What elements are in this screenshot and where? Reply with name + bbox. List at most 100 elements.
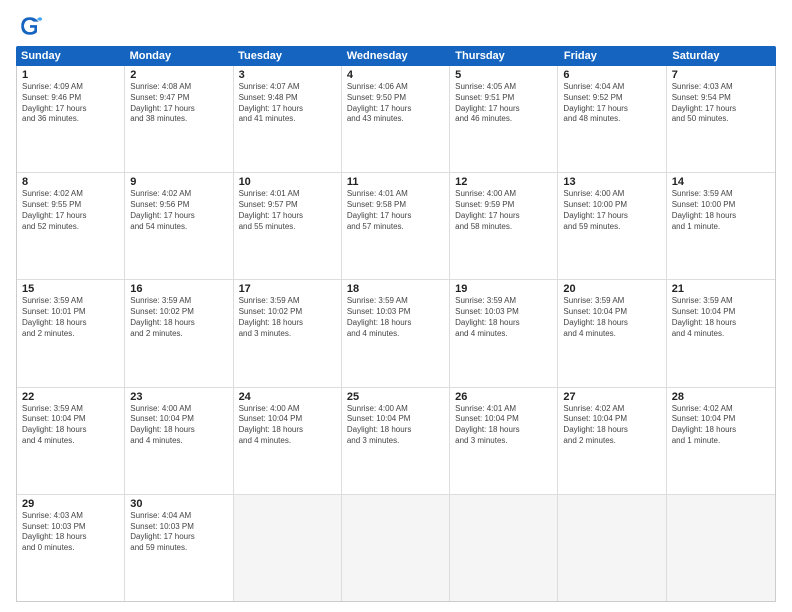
- day-number: 3: [239, 69, 336, 81]
- day-info: Sunrise: 4:02 AM Sunset: 9:56 PM Dayligh…: [130, 189, 227, 232]
- day-info: Sunrise: 4:04 AM Sunset: 9:52 PM Dayligh…: [563, 82, 660, 125]
- day-cell-22: 22Sunrise: 3:59 AM Sunset: 10:04 PM Dayl…: [17, 388, 125, 494]
- day-cell-23: 23Sunrise: 4:00 AM Sunset: 10:04 PM Dayl…: [125, 388, 233, 494]
- day-info: Sunrise: 3:59 AM Sunset: 10:03 PM Daylig…: [347, 296, 444, 339]
- day-number: 14: [672, 176, 770, 188]
- day-info: Sunrise: 3:59 AM Sunset: 10:03 PM Daylig…: [455, 296, 552, 339]
- day-number: 9: [130, 176, 227, 188]
- day-cell-9: 9Sunrise: 4:02 AM Sunset: 9:56 PM Daylig…: [125, 173, 233, 279]
- day-number: 15: [22, 283, 119, 295]
- day-number: 2: [130, 69, 227, 81]
- day-cell-20: 20Sunrise: 3:59 AM Sunset: 10:04 PM Dayl…: [558, 280, 666, 386]
- day-info: Sunrise: 4:02 AM Sunset: 10:04 PM Daylig…: [672, 404, 770, 447]
- empty-cell: [558, 495, 666, 601]
- empty-cell: [450, 495, 558, 601]
- day-header-sunday: Sunday: [16, 46, 125, 66]
- week-row-5: 29Sunrise: 4:03 AM Sunset: 10:03 PM Dayl…: [17, 495, 775, 601]
- day-number: 8: [22, 176, 119, 188]
- day-info: Sunrise: 4:00 AM Sunset: 10:04 PM Daylig…: [130, 404, 227, 447]
- day-cell-16: 16Sunrise: 3:59 AM Sunset: 10:02 PM Dayl…: [125, 280, 233, 386]
- day-cell-17: 17Sunrise: 3:59 AM Sunset: 10:02 PM Dayl…: [234, 280, 342, 386]
- empty-cell: [667, 495, 775, 601]
- day-number: 4: [347, 69, 444, 81]
- day-number: 12: [455, 176, 552, 188]
- logo: [16, 12, 48, 40]
- day-cell-18: 18Sunrise: 3:59 AM Sunset: 10:03 PM Dayl…: [342, 280, 450, 386]
- day-info: Sunrise: 4:00 AM Sunset: 10:00 PM Daylig…: [563, 189, 660, 232]
- week-row-2: 8Sunrise: 4:02 AM Sunset: 9:55 PM Daylig…: [17, 173, 775, 280]
- day-info: Sunrise: 4:02 AM Sunset: 10:04 PM Daylig…: [563, 404, 660, 447]
- day-number: 17: [239, 283, 336, 295]
- day-info: Sunrise: 4:00 AM Sunset: 10:04 PM Daylig…: [239, 404, 336, 447]
- day-header-thursday: Thursday: [450, 46, 559, 66]
- day-number: 10: [239, 176, 336, 188]
- day-info: Sunrise: 4:00 AM Sunset: 10:04 PM Daylig…: [347, 404, 444, 447]
- day-number: 22: [22, 391, 119, 403]
- day-info: Sunrise: 3:59 AM Sunset: 10:00 PM Daylig…: [672, 189, 770, 232]
- day-cell-8: 8Sunrise: 4:02 AM Sunset: 9:55 PM Daylig…: [17, 173, 125, 279]
- day-cell-3: 3Sunrise: 4:07 AM Sunset: 9:48 PM Daylig…: [234, 66, 342, 172]
- day-cell-7: 7Sunrise: 4:03 AM Sunset: 9:54 PM Daylig…: [667, 66, 775, 172]
- day-info: Sunrise: 3:59 AM Sunset: 10:02 PM Daylig…: [239, 296, 336, 339]
- week-row-3: 15Sunrise: 3:59 AM Sunset: 10:01 PM Dayl…: [17, 280, 775, 387]
- day-number: 29: [22, 498, 119, 510]
- page: SundayMondayTuesdayWednesdayThursdayFrid…: [0, 0, 792, 612]
- day-info: Sunrise: 4:00 AM Sunset: 9:59 PM Dayligh…: [455, 189, 552, 232]
- day-cell-25: 25Sunrise: 4:00 AM Sunset: 10:04 PM Dayl…: [342, 388, 450, 494]
- day-number: 11: [347, 176, 444, 188]
- day-number: 5: [455, 69, 552, 81]
- day-header-saturday: Saturday: [667, 46, 776, 66]
- day-cell-19: 19Sunrise: 3:59 AM Sunset: 10:03 PM Dayl…: [450, 280, 558, 386]
- day-number: 18: [347, 283, 444, 295]
- day-info: Sunrise: 3:59 AM Sunset: 10:02 PM Daylig…: [130, 296, 227, 339]
- day-cell-14: 14Sunrise: 3:59 AM Sunset: 10:00 PM Dayl…: [667, 173, 775, 279]
- day-cell-28: 28Sunrise: 4:02 AM Sunset: 10:04 PM Dayl…: [667, 388, 775, 494]
- day-cell-2: 2Sunrise: 4:08 AM Sunset: 9:47 PM Daylig…: [125, 66, 233, 172]
- day-info: Sunrise: 4:08 AM Sunset: 9:47 PM Dayligh…: [130, 82, 227, 125]
- day-info: Sunrise: 4:01 AM Sunset: 10:04 PM Daylig…: [455, 404, 552, 447]
- day-cell-21: 21Sunrise: 3:59 AM Sunset: 10:04 PM Dayl…: [667, 280, 775, 386]
- day-number: 13: [563, 176, 660, 188]
- day-cell-4: 4Sunrise: 4:06 AM Sunset: 9:50 PM Daylig…: [342, 66, 450, 172]
- day-cell-27: 27Sunrise: 4:02 AM Sunset: 10:04 PM Dayl…: [558, 388, 666, 494]
- day-header-monday: Monday: [125, 46, 234, 66]
- day-info: Sunrise: 3:59 AM Sunset: 10:01 PM Daylig…: [22, 296, 119, 339]
- day-cell-10: 10Sunrise: 4:01 AM Sunset: 9:57 PM Dayli…: [234, 173, 342, 279]
- day-number: 23: [130, 391, 227, 403]
- day-number: 21: [672, 283, 770, 295]
- day-info: Sunrise: 4:07 AM Sunset: 9:48 PM Dayligh…: [239, 82, 336, 125]
- day-cell-5: 5Sunrise: 4:05 AM Sunset: 9:51 PM Daylig…: [450, 66, 558, 172]
- logo-icon: [16, 12, 44, 40]
- day-number: 16: [130, 283, 227, 295]
- day-number: 27: [563, 391, 660, 403]
- day-cell-13: 13Sunrise: 4:00 AM Sunset: 10:00 PM Dayl…: [558, 173, 666, 279]
- day-cell-1: 1Sunrise: 4:09 AM Sunset: 9:46 PM Daylig…: [17, 66, 125, 172]
- day-info: Sunrise: 4:03 AM Sunset: 10:03 PM Daylig…: [22, 511, 119, 554]
- day-number: 1: [22, 69, 119, 81]
- day-cell-24: 24Sunrise: 4:00 AM Sunset: 10:04 PM Dayl…: [234, 388, 342, 494]
- day-info: Sunrise: 3:59 AM Sunset: 10:04 PM Daylig…: [563, 296, 660, 339]
- day-cell-26: 26Sunrise: 4:01 AM Sunset: 10:04 PM Dayl…: [450, 388, 558, 494]
- day-cell-15: 15Sunrise: 3:59 AM Sunset: 10:01 PM Dayl…: [17, 280, 125, 386]
- day-cell-6: 6Sunrise: 4:04 AM Sunset: 9:52 PM Daylig…: [558, 66, 666, 172]
- day-number: 24: [239, 391, 336, 403]
- empty-cell: [234, 495, 342, 601]
- day-number: 6: [563, 69, 660, 81]
- day-info: Sunrise: 4:09 AM Sunset: 9:46 PM Dayligh…: [22, 82, 119, 125]
- day-number: 30: [130, 498, 227, 510]
- day-header-tuesday: Tuesday: [233, 46, 342, 66]
- day-info: Sunrise: 3:59 AM Sunset: 10:04 PM Daylig…: [672, 296, 770, 339]
- day-info: Sunrise: 4:01 AM Sunset: 9:58 PM Dayligh…: [347, 189, 444, 232]
- day-number: 20: [563, 283, 660, 295]
- week-row-4: 22Sunrise: 3:59 AM Sunset: 10:04 PM Dayl…: [17, 388, 775, 495]
- day-info: Sunrise: 4:06 AM Sunset: 9:50 PM Dayligh…: [347, 82, 444, 125]
- header: [16, 12, 776, 40]
- day-number: 19: [455, 283, 552, 295]
- day-number: 26: [455, 391, 552, 403]
- day-number: 25: [347, 391, 444, 403]
- calendar: SundayMondayTuesdayWednesdayThursdayFrid…: [16, 46, 776, 602]
- day-cell-12: 12Sunrise: 4:00 AM Sunset: 9:59 PM Dayli…: [450, 173, 558, 279]
- day-info: Sunrise: 3:59 AM Sunset: 10:04 PM Daylig…: [22, 404, 119, 447]
- day-info: Sunrise: 4:05 AM Sunset: 9:51 PM Dayligh…: [455, 82, 552, 125]
- empty-cell: [342, 495, 450, 601]
